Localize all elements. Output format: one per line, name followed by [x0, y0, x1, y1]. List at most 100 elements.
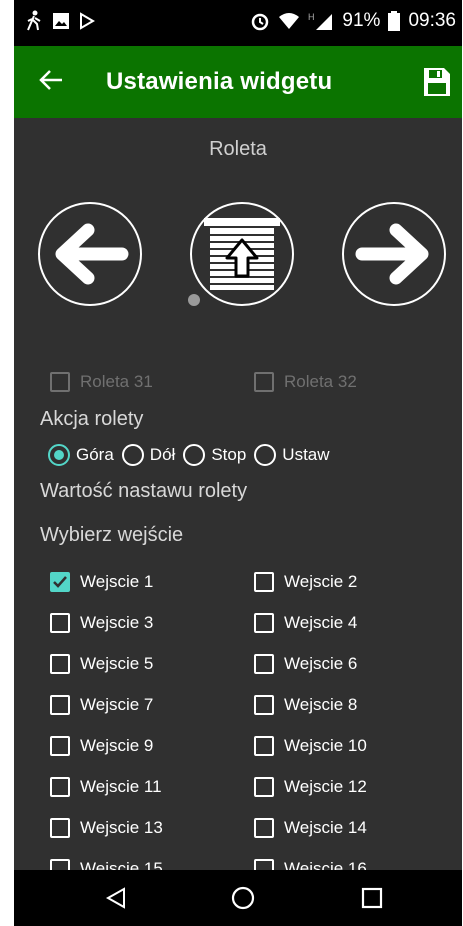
wejscie-10-checkbox[interactable]: Wejscie 10	[254, 736, 367, 756]
status-left-icons	[24, 10, 96, 32]
arrow-left-icon	[55, 223, 129, 285]
checkbox-box	[50, 613, 70, 633]
checkbox-box	[50, 777, 70, 797]
checkbox-label: Wejscie 5	[80, 654, 154, 673]
navigation-bar	[14, 870, 462, 926]
alarm-icon	[252, 13, 269, 31]
page-indicator-dot	[188, 294, 200, 306]
checkbox-label: Wejscie 14	[284, 818, 367, 837]
radio-label: Stop	[211, 445, 247, 464]
wejscie-9-checkbox[interactable]: Wejscie 9	[50, 736, 153, 756]
checkbox-box	[254, 859, 274, 870]
radio-label: Góra	[76, 445, 114, 464]
back-arrow-icon[interactable]	[38, 66, 66, 94]
walk-icon	[27, 10, 41, 31]
wejscie-7-checkbox[interactable]: Wejscie 7	[50, 695, 153, 715]
check-icon	[53, 576, 67, 588]
content: Roleta Roleta 31 Roleta 32 Akcja rolety …	[14, 118, 462, 870]
wejscie-11-checkbox[interactable]: Wejscie 11	[50, 777, 162, 797]
section-title: Roleta	[209, 138, 267, 160]
checkbox-label: Wejscie 4	[284, 613, 358, 632]
roleta-32-checkbox[interactable]: Roleta 32	[254, 372, 357, 392]
checkbox-box	[254, 736, 274, 756]
checkbox-box	[50, 572, 70, 592]
checkbox-label: Wejscie 2	[284, 572, 358, 591]
app-bar-title: Ustawienia widgetu	[106, 68, 333, 95]
wejscie-1-checkbox[interactable]: Wejscie 1	[50, 572, 153, 592]
arrow-right-icon	[355, 223, 429, 285]
checkbox-box	[50, 372, 70, 392]
checkbox-label: Roleta 32	[284, 372, 357, 391]
wejscia-heading: Wybierz wejście	[40, 524, 184, 546]
radio-circle	[254, 444, 277, 466]
checkbox-box	[254, 613, 274, 633]
radio-circle	[48, 444, 70, 466]
radio-stop[interactable]: Stop	[183, 444, 246, 466]
image-icon	[53, 13, 69, 29]
next-roleta-button[interactable]	[342, 202, 446, 306]
battery-icon	[388, 11, 401, 31]
wejscie-4-checkbox[interactable]: Wejscie 4	[254, 613, 357, 633]
radio-label: Dół	[149, 445, 176, 464]
phone-screen: H 91% 09:36 Ustawienia widgetu Roleta Ro…	[14, 0, 462, 926]
nav-home-icon[interactable]	[230, 885, 256, 911]
nastaw-heading: Wartość nastawu rolety	[40, 480, 248, 502]
checkbox-box	[254, 818, 274, 838]
checkbox-box	[254, 777, 274, 797]
save-icon[interactable]	[422, 66, 452, 98]
akcja-heading: Akcja rolety	[40, 408, 144, 430]
checkbox-label: Wejscie 15	[80, 859, 163, 870]
radio-gora[interactable]: Góra	[48, 444, 114, 466]
radio-ustaw[interactable]: Ustaw	[254, 444, 330, 466]
radio-circle	[183, 444, 206, 466]
checkbox-label: Wejscie 7	[80, 695, 154, 714]
checkbox-label: Wejscie 1	[80, 572, 154, 591]
checkbox-label: Wejscie 6	[284, 654, 358, 673]
prev-roleta-button[interactable]	[38, 202, 142, 306]
wejscie-3-checkbox[interactable]: Wejscie 3	[50, 613, 153, 633]
play-store-icon	[80, 12, 95, 30]
roleta-up-button[interactable]	[190, 202, 294, 306]
checkbox-label: Wejscie 16	[284, 859, 367, 870]
checkbox-box	[254, 572, 274, 592]
status-right: H 91% 09:36	[250, 10, 456, 32]
nav-back-icon[interactable]	[104, 886, 128, 910]
wejscie-14-checkbox[interactable]: Wejscie 14	[254, 818, 367, 838]
checkbox-label: Wejscie 3	[80, 613, 154, 632]
wejscie-15-checkbox[interactable]: Wejscie 15	[50, 859, 163, 870]
wejscie-8-checkbox[interactable]: Wejscie 8	[254, 695, 357, 715]
wejscie-13-checkbox[interactable]: Wejscie 13	[50, 818, 163, 838]
app-bar: Ustawienia widgetu	[14, 46, 462, 118]
checkbox-box	[254, 654, 274, 674]
wejscie-6-checkbox[interactable]: Wejscie 6	[254, 654, 357, 674]
checkbox-label: Wejscie 8	[284, 695, 358, 714]
wejscie-2-checkbox[interactable]: Wejscie 2	[254, 572, 357, 592]
svg-text:H: H	[308, 12, 315, 22]
checkbox-box	[50, 859, 70, 870]
wejscie-5-checkbox[interactable]: Wejscie 5	[50, 654, 153, 674]
checkbox-box	[254, 372, 274, 392]
battery-percent: 91%	[342, 10, 381, 31]
radio-label: Ustaw	[282, 445, 330, 464]
checkbox-box	[50, 654, 70, 674]
roller-blind-up-icon	[204, 218, 280, 290]
checkbox-label: Wejscie 13	[80, 818, 163, 837]
clock: 09:36	[408, 10, 456, 31]
signal-icon: H	[308, 12, 333, 30]
akcja-radio-group: Góra Dół Stop Ustaw	[48, 444, 338, 466]
status-bar: H 91% 09:36	[14, 0, 462, 46]
checkbox-label: Wejscie 11	[80, 777, 162, 796]
checkbox-box	[254, 695, 274, 715]
radio-circle	[121, 444, 144, 466]
roleta-31-checkbox[interactable]: Roleta 31	[50, 372, 153, 392]
checkbox-label: Wejscie 9	[80, 736, 154, 755]
checkbox-label: Roleta 31	[80, 372, 153, 391]
wejscie-16-checkbox[interactable]: Wejscie 16	[254, 859, 367, 870]
nav-recents-icon[interactable]	[360, 886, 384, 910]
checkbox-box	[50, 818, 70, 838]
checkbox-box	[50, 695, 70, 715]
wejscie-12-checkbox[interactable]: Wejscie 12	[254, 777, 367, 797]
checkbox-label: Wejscie 12	[284, 777, 367, 796]
wifi-icon	[279, 13, 300, 29]
radio-dol[interactable]: Dół	[121, 444, 176, 466]
